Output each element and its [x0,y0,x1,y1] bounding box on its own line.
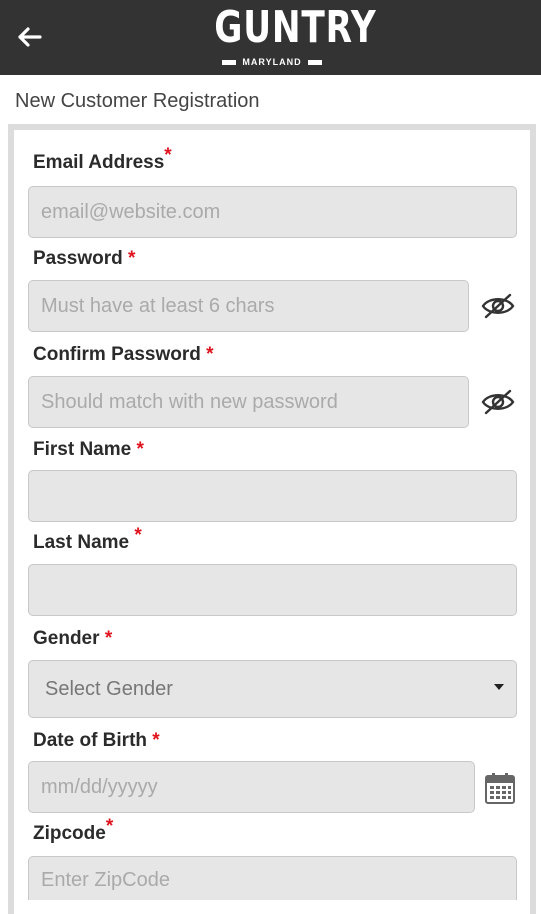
required-marker: * [206,344,214,365]
password-label: Password * [33,248,136,269]
eye-slash-icon [481,293,515,319]
password-field[interactable]: Must have at least 6 chars [28,280,469,332]
zipcode-label: Zipcode* [33,816,114,844]
password-visibility-toggle[interactable] [480,291,516,321]
dob-field[interactable]: mm/dd/yyyyy [28,761,475,813]
gender-label: Gender * [33,628,113,649]
confirm-password-visibility-toggle[interactable] [480,387,516,417]
back-button[interactable] [12,20,46,54]
logo-subtitle: MARYLAND [242,57,302,67]
required-marker: * [136,439,144,460]
required-marker: * [105,816,114,837]
app-header: GUNTRY MARYLAND [0,0,541,75]
confirm-password-label: Confirm Password * [33,344,214,365]
page-title: New Customer Registration [15,90,260,112]
required-marker: * [152,730,160,751]
required-marker: * [134,525,142,546]
logo-wordmark: GUNTRY [214,2,377,53]
last-name-field[interactable] [28,564,517,616]
calendar-button[interactable] [482,771,518,805]
zipcode-field[interactable]: Enter ZipCode [28,856,517,900]
first-name-field[interactable] [28,470,517,522]
dob-label: Date of Birth * [33,730,160,751]
required-marker: * [104,628,113,649]
eye-slash-icon [481,389,515,415]
gender-select[interactable]: Select Gender [28,660,517,718]
first-name-label: First Name * [33,439,144,460]
email-field[interactable]: email@website.com [28,186,517,238]
caret-down-icon [494,684,504,690]
required-marker: * [164,145,172,166]
email-label: Email Address* [33,145,172,173]
calendar-icon [485,773,515,804]
last-name-label: Last Name * [33,525,142,553]
required-marker: * [128,248,136,269]
brand-logo: GUNTRY MARYLAND [198,2,377,74]
confirm-password-field[interactable]: Should match with new password [28,376,469,428]
arrow-left-icon [18,27,42,47]
